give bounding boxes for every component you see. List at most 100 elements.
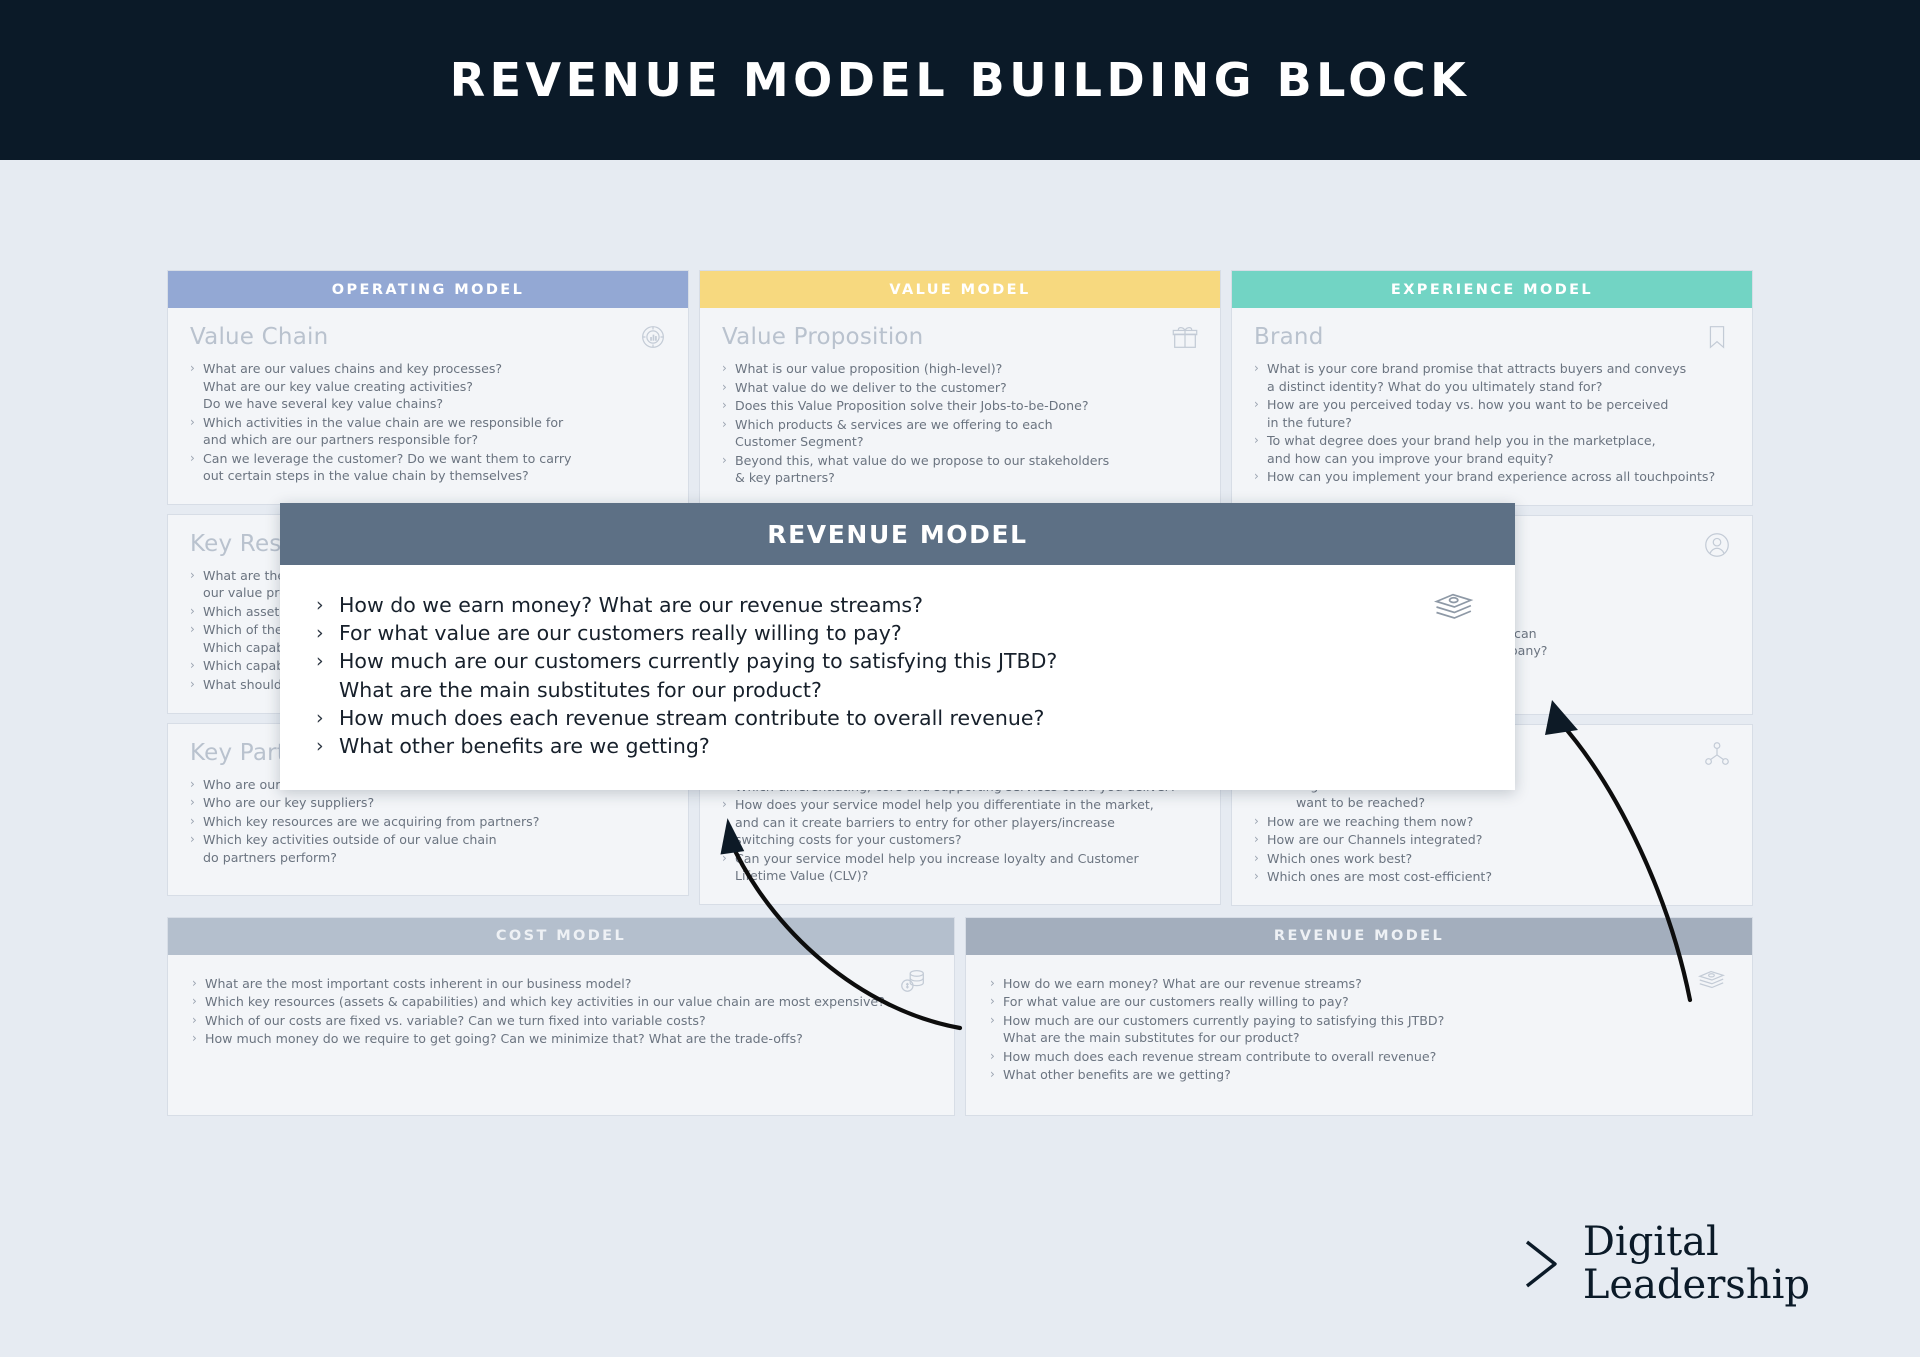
chevron-right-icon: › bbox=[190, 603, 195, 618]
column-header-label: VALUE MODEL bbox=[889, 281, 1031, 298]
chevron-right-icon: › bbox=[1254, 397, 1259, 411]
chevron-right-icon: › bbox=[990, 1067, 995, 1081]
bullet-text: For what value are our customers really … bbox=[1003, 994, 1349, 1009]
chevron-right-icon: › bbox=[190, 622, 195, 636]
modal-bullet-text: For what value are our customers really … bbox=[339, 621, 902, 646]
chevron-right-icon: › bbox=[722, 452, 727, 467]
card-title: Brand bbox=[1254, 324, 1324, 350]
chevron-right-icon: › bbox=[316, 650, 324, 673]
chevron-right-icon: › bbox=[990, 1048, 995, 1063]
band-body: › How do we earn money? What are our reve… bbox=[966, 955, 1752, 1115]
band-cost-model[interactable]: COST MODEL › What are the most important … bbox=[167, 916, 955, 1116]
bullet-item: › What are our values chains and key proc… bbox=[190, 360, 666, 413]
chevron-logo-icon bbox=[1519, 1236, 1565, 1292]
bullet-item: › How does your service model help you di… bbox=[722, 796, 1198, 849]
bullet-text: How much does each revenue stream contri… bbox=[1003, 1048, 1437, 1064]
chevron-right-icon: › bbox=[722, 398, 727, 412]
bullet-item: › How much money do we require to get goi… bbox=[192, 1030, 930, 1048]
column-header-operating-model: OPERATING MODEL bbox=[168, 271, 688, 308]
modal-bullet-item: › How much does each revenue stream contr… bbox=[316, 704, 1479, 732]
banknotes-icon bbox=[1431, 585, 1475, 629]
card-body: Value Chain ›What are our values chains bbox=[168, 308, 688, 504]
bullet-text: Can your service model help you increase… bbox=[735, 850, 1139, 884]
modal-bullet-item: › What other benefits are we getting? bbox=[316, 732, 1479, 760]
bullet-text: Does this Value Proposition solve their … bbox=[735, 398, 1089, 413]
chevron-right-icon: › bbox=[1254, 433, 1259, 447]
bullet-item: › What is our value proposition (high-lev… bbox=[722, 360, 1198, 378]
chevron-right-icon: › bbox=[1254, 469, 1259, 483]
bullet-text: What other benefits are we getting? bbox=[1003, 1067, 1231, 1082]
bullet-item: › What are the most important costs inher… bbox=[192, 975, 930, 993]
bullet-item: › Can your service model help you increas… bbox=[722, 850, 1198, 885]
bullet-item: › Which ones are most cost-efficient? bbox=[1254, 868, 1730, 886]
bullet-list: › How do we earn money? What are our reve… bbox=[990, 975, 1728, 1084]
bullet-text: How can you implement your brand experie… bbox=[1267, 469, 1716, 484]
chevron-right-icon: › bbox=[190, 813, 195, 828]
bullet-text: Which activities in the value chain are … bbox=[203, 414, 564, 448]
bullet-text: How are we reaching them now? bbox=[1267, 813, 1474, 829]
column-header-experience-model: EXPERIENCE MODEL bbox=[1232, 271, 1752, 308]
chevron-right-icon: › bbox=[192, 994, 197, 1008]
chevron-right-icon: › bbox=[1254, 869, 1259, 883]
bullet-item: › How can you implement your brand experi… bbox=[1254, 468, 1730, 486]
card-value-proposition[interactable]: VALUE MODEL Value Proposition › What is o… bbox=[699, 270, 1221, 507]
card-title: Value Chain bbox=[190, 324, 329, 350]
coins-icon bbox=[898, 965, 928, 995]
chevron-right-icon: › bbox=[190, 361, 195, 375]
chevron-right-icon: › bbox=[190, 795, 195, 809]
chevron-right-icon: › bbox=[190, 567, 195, 582]
bullet-text: What value do we deliver to the customer… bbox=[735, 379, 1007, 395]
chevron-right-icon: › bbox=[1254, 850, 1259, 865]
band-revenue-model[interactable]: REVENUE MODEL › How do we earn money? Wha… bbox=[965, 916, 1753, 1116]
card-brand[interactable]: EXPERIENCE MODEL Brand › What is your cor… bbox=[1231, 270, 1753, 506]
chevron-right-icon: › bbox=[722, 416, 727, 431]
band-body: › What are the most important costs inher… bbox=[168, 955, 954, 1095]
band-header-label: COST MODEL bbox=[495, 928, 627, 944]
bullet-item: › Which of our costs are fixed vs. variab… bbox=[192, 1012, 930, 1030]
card-value-chain[interactable]: OPERATING MODEL Value Chain › What are o… bbox=[167, 270, 689, 505]
bullet-item: › What other benefits are we getting? bbox=[990, 1066, 1728, 1084]
modal-bullet-text: What other benefits are we getting? bbox=[339, 734, 710, 759]
chevron-right-icon: › bbox=[190, 414, 195, 429]
chevron-right-icon: › bbox=[990, 975, 995, 990]
bullet-item: › How are we reaching them now? bbox=[1254, 813, 1730, 831]
bullet-item: › Which key resources are we acquiring fr… bbox=[190, 813, 666, 831]
modal-bullet-list: › How do we earn money? What are our reve… bbox=[316, 591, 1479, 760]
bullet-text: What is your core brand promise that att… bbox=[1267, 361, 1687, 394]
chevron-right-icon: › bbox=[192, 975, 197, 990]
bullet-text: Which key resources are we acquiring fro… bbox=[203, 813, 540, 829]
chevron-right-icon: › bbox=[1254, 813, 1259, 828]
modal-header: REVENUE MODEL bbox=[280, 503, 1515, 565]
chevron-right-icon: › bbox=[1254, 361, 1259, 375]
modal-bullet-item: › How do we earn money? What are our reve… bbox=[316, 591, 1479, 619]
bullet-text: Which ones work best? bbox=[1267, 850, 1413, 866]
bullet-item: › What is your core brand promise that at… bbox=[1254, 360, 1730, 395]
bullet-item: › For what value are our customers really… bbox=[990, 993, 1728, 1011]
bullet-text: How are you perceived today vs. how you … bbox=[1267, 397, 1669, 430]
chevron-right-icon: › bbox=[722, 850, 727, 865]
bullet-item: › How do we earn money? What are our reve… bbox=[990, 975, 1728, 993]
digital-leadership-logo: Digital Leadership bbox=[1519, 1222, 1810, 1305]
modal-title: REVENUE MODEL bbox=[767, 519, 1028, 549]
chevron-right-icon: › bbox=[316, 735, 324, 758]
bullet-text: Can we leverage the customer? Do we want… bbox=[203, 450, 572, 484]
chevron-right-icon: › bbox=[990, 1012, 995, 1027]
chevron-right-icon: › bbox=[316, 594, 324, 616]
bullet-item: › What value do we deliver to the custome… bbox=[722, 379, 1198, 397]
band-header-cost-model: COST MODEL bbox=[168, 917, 954, 955]
bullet-list: › What are our values chains and key proc… bbox=[190, 360, 666, 485]
bullet-text: What are the most important costs inhere… bbox=[205, 975, 632, 991]
bullet-text: What are our values chains and key proce… bbox=[203, 361, 503, 411]
column-header-value-model: VALUE MODEL bbox=[700, 271, 1220, 308]
modal-bullet-text: How much does each revenue stream contri… bbox=[339, 705, 1045, 730]
page-banner: REVENUE MODEL BUILDING BLOCK bbox=[0, 0, 1920, 160]
value-chain-icon bbox=[638, 322, 668, 352]
bullet-text: Who are our key suppliers? bbox=[203, 795, 375, 810]
bullet-item: › How are our Channels integrated? bbox=[1254, 831, 1730, 849]
bullet-text: How much money do we require to get goin… bbox=[205, 1031, 803, 1046]
chevron-right-icon: › bbox=[722, 797, 727, 811]
chevron-right-icon: › bbox=[316, 622, 324, 645]
bullet-text: How does your service model help you dif… bbox=[735, 797, 1154, 847]
bullet-item: › Beyond this, what value do we propose t… bbox=[722, 452, 1198, 487]
revenue-model-callout-modal[interactable]: REVENUE MODEL › How do we earn money? Wha… bbox=[280, 503, 1515, 791]
